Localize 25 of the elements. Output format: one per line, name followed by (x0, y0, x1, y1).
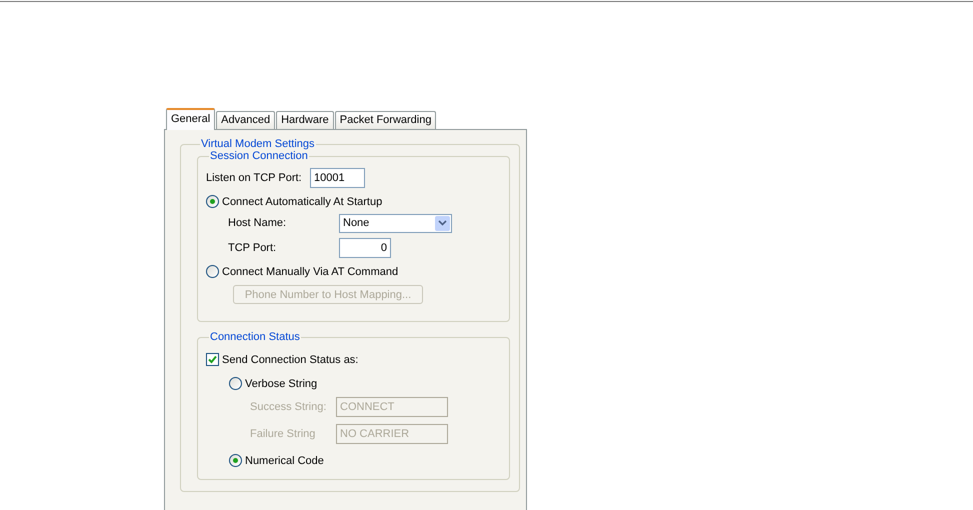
tab[interactable]: Hardware (276, 111, 334, 129)
radio-label: Numerical Code (245, 454, 324, 466)
radio-button[interactable] (206, 265, 219, 278)
group-title: Virtual Modem Settings (200, 138, 316, 150)
checkbox-label: Send Connection Status as: (222, 354, 358, 366)
field-label: Host Name: (228, 217, 288, 229)
field-label: Listen on TCP Port: (206, 172, 303, 184)
radio-label: Verbose String (245, 378, 318, 390)
tab[interactable]: Advanced (216, 111, 276, 129)
field-label: Failure String (250, 428, 316, 440)
dropdown[interactable]: None (339, 214, 452, 232)
radio-label: Connect Manually Via AT Command (222, 266, 398, 278)
radio-button[interactable] (229, 377, 242, 390)
radio-button[interactable] (206, 195, 219, 208)
field-label: TCP Port: (228, 242, 278, 254)
group-title: Connection Status (209, 331, 301, 343)
tab[interactable]: Packet Forwarding (334, 111, 436, 129)
field-label: Success String: (250, 401, 328, 413)
input-field[interactable]: 10001 (310, 168, 365, 188)
radio-label: Connect Automatically At Startup (222, 196, 382, 208)
group-title: Session Connection (209, 150, 309, 162)
tab[interactable]: General (166, 108, 216, 130)
input-field[interactable]: 0 (339, 238, 391, 258)
checkbox[interactable] (206, 353, 219, 366)
radio-button[interactable] (229, 454, 242, 467)
